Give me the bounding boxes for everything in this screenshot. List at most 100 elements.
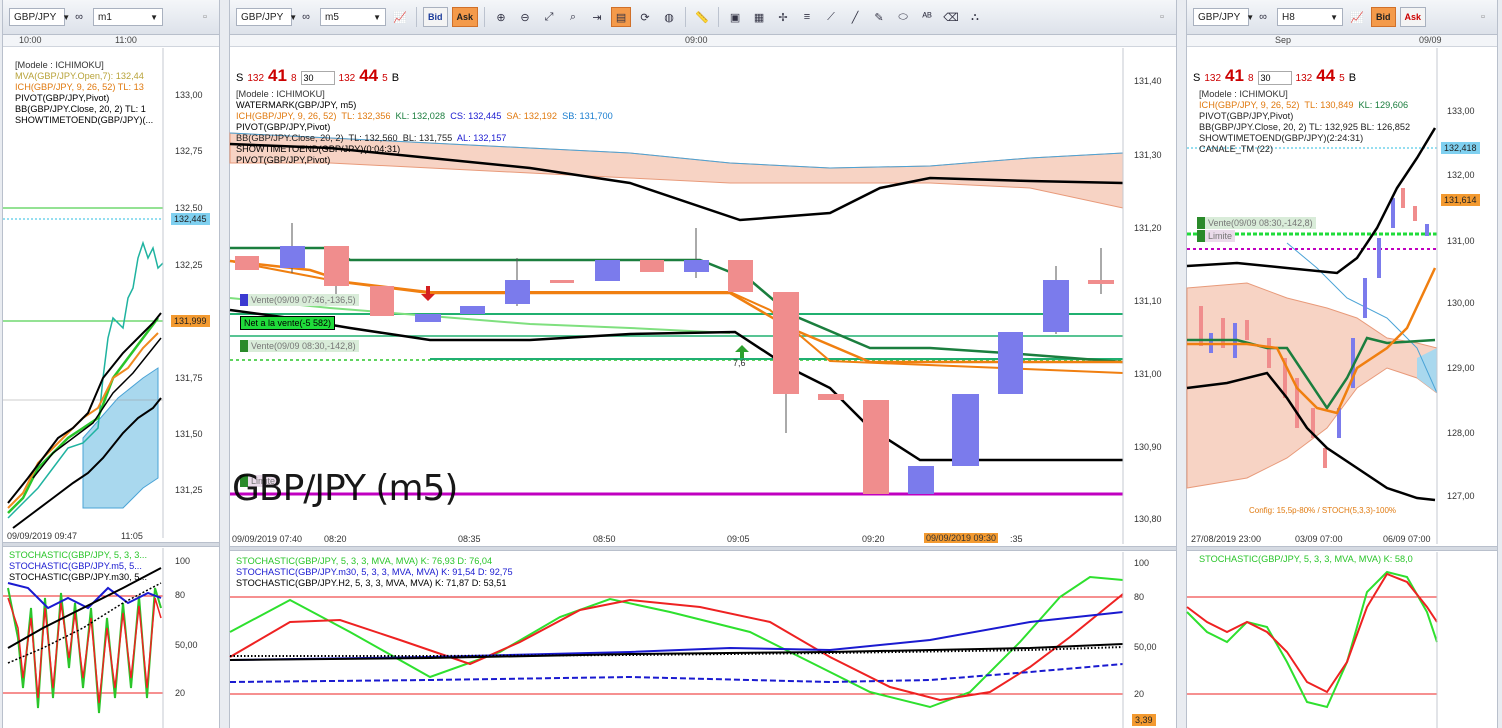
chevron-down-icon: ▼ — [373, 12, 381, 22]
net-position-tag[interactable]: Net a la vente(-5 582) — [240, 316, 336, 330]
limit-tag[interactable]: Limite — [1197, 230, 1236, 242]
left-stoch-chart[interactable]: STOCHASTIC(GBP/JPY, 5, 3, 3... STOCHASTI… — [3, 548, 219, 728]
candle — [1425, 224, 1429, 236]
x-label: :35 — [1010, 534, 1023, 544]
horizontal-lines-icon[interactable]: ≡ — [797, 7, 817, 27]
candle — [1043, 280, 1069, 332]
left-price-chart[interactable]: [Modele : ICHIMOKU] MVA(GBP/JPY.Open,7):… — [3, 48, 219, 541]
config-note: Config: 15,5p-80% / STOCH(5,3,3)-100% — [1249, 506, 1397, 515]
sell-prefix: 132 — [247, 73, 265, 84]
ruler-icon[interactable]: 📏 — [692, 7, 712, 27]
legend-line: STOCHASTIC(GBP/JPY.H2, 5, 3, 3, MVA, MVA… — [236, 578, 507, 588]
interval-select[interactable]: H8 ▼ — [1277, 8, 1343, 26]
drawing-mode-icon[interactable]: ▤ — [611, 7, 632, 27]
link-icon[interactable]: ∞ — [69, 7, 89, 27]
quantity-input[interactable]: 30 — [300, 71, 335, 85]
network-icon[interactable]: ⛬ — [965, 7, 985, 27]
middle-toolbar: GBP/JPY ▼ ∞ m5 ▼ 📈 Bid Ask ⊕ ⊖ ⤢ ⌕ ⇥ ▤ ⟳ ◍… — [230, 0, 1176, 35]
bid-button[interactable]: Bid — [423, 7, 448, 27]
legend-line: PIVOT(GBP/JPY,Pivot) — [15, 93, 110, 103]
zoom-out-icon[interactable]: ⊖ — [515, 7, 535, 27]
pane-splitter[interactable] — [3, 542, 219, 547]
quantity-input[interactable]: 30 — [1257, 71, 1292, 85]
candle — [818, 394, 844, 400]
buy-big: 44 — [359, 66, 379, 85]
ich-kl: KL: 129,606 — [1358, 100, 1409, 110]
right-stoch-legend: STOCHASTIC(GBP/JPY, 5, 3, 3, MVA, MVA) K… — [1199, 554, 1413, 565]
pane-splitter[interactable] — [1187, 546, 1497, 551]
link-icon[interactable]: ∞ — [1253, 7, 1273, 27]
pen-icon[interactable]: ✎ — [869, 7, 889, 27]
crosshair-icon[interactable]: ✢ — [773, 7, 793, 27]
pin-icon[interactable]: ▫ — [1473, 7, 1493, 27]
chart-type-icon[interactable]: 📈 — [1347, 7, 1367, 27]
ich-tl: TL: 130,849 — [1304, 100, 1354, 110]
left-chart-pane: GBP/JPY ▼ ∞ m1 ▼ ▫ 10:00 11:00 [Modele : I… — [2, 0, 220, 728]
interval-select[interactable]: m1 ▼ — [93, 8, 163, 26]
candle — [1323, 448, 1327, 468]
right-chart-pane: GBP/JPY ▼ ∞ H8 ▼ 📈 Bid Ask ▫ Sep 09/09 S… — [1186, 0, 1498, 728]
legend-line: ICH(GBP/JPY, 9, 26, 52) TL: 13 — [15, 82, 144, 92]
symbol-select[interactable]: GBP/JPY ▼ — [236, 8, 297, 26]
order-tag[interactable]: Vente(09/09 08:30,-142,8) — [1197, 217, 1316, 229]
legend-line: PIVOT(GBP/JPY,Pivot) — [236, 122, 331, 132]
y-tick: 129,00 — [1447, 363, 1475, 373]
sell-price-box[interactable]: S 132 41 8 30 132 44 5 B — [236, 66, 399, 86]
link-icon[interactable]: ∞ — [296, 7, 316, 27]
ask-button[interactable]: Ask — [451, 7, 479, 27]
interval-select[interactable]: m5 ▼ — [320, 8, 386, 26]
x-label: 09/09/2019 09:47 — [7, 531, 78, 541]
legend-line: STOCHASTIC(GBP/JPY.m30, 5, 3, 3, MVA, MV… — [236, 567, 513, 577]
y-tick: 50,00 — [175, 640, 198, 650]
fan-icon[interactable]: ⟋ — [821, 7, 841, 27]
separator — [685, 7, 687, 27]
time-header: Sep 09/09 — [1187, 35, 1497, 47]
ich-label: ICH(GBP/JPY, 9, 26, 52) — [1199, 100, 1300, 110]
image-icon[interactable]: ▣ — [725, 7, 745, 27]
refresh-icon[interactable]: ⟳ — [635, 7, 655, 27]
order-tag[interactable]: Vente(09/09 08:30,-142,8) — [240, 340, 359, 352]
buy-prefix: 132 — [1295, 73, 1313, 84]
symbol-label: GBP/JPY — [14, 11, 57, 23]
y-tick: 100 — [175, 556, 191, 566]
buy-big: 44 — [1316, 66, 1336, 85]
symbol-select[interactable]: GBP/JPY ▼ — [9, 8, 70, 26]
y-tick: 130,80 — [1134, 514, 1162, 524]
right-stoch-chart[interactable]: STOCHASTIC(GBP/JPY, 5, 3, 3, MVA, MVA) K… — [1186, 552, 1497, 728]
ellipse-icon[interactable]: ⬭ — [893, 7, 913, 27]
globe-icon[interactable]: ◍ — [659, 7, 679, 27]
order-tag[interactable]: Vente(09/09 07:46,-136,5) — [240, 294, 359, 306]
middle-stoch-chart[interactable]: STOCHASTIC(GBP/JPY, 5, 3, 3, MVA, MVA) K… — [229, 552, 1176, 728]
scroll-end-icon[interactable]: ⇥ — [587, 7, 607, 27]
legend-line: PIVOT(GBP/JPY,Pivot) — [1199, 111, 1294, 121]
right-stoch-svg — [1186, 552, 1438, 728]
y-tick: 132,00 — [1447, 170, 1475, 180]
pin-icon[interactable]: ▫ — [1152, 7, 1172, 27]
magnifier-icon[interactable]: ⌕ — [563, 7, 583, 27]
chart-type-icon[interactable]: 📈 — [390, 7, 410, 27]
candle — [1401, 188, 1405, 208]
pin-icon[interactable]: ▫ — [195, 7, 215, 27]
sell-price-box[interactable]: S 132 41 8 30 132 44 5 B — [1193, 66, 1356, 86]
symbol-select[interactable]: GBP/JPY ▼ — [1193, 8, 1254, 26]
gallery-icon[interactable]: ▦ — [749, 7, 769, 27]
time-header: 10:00 11:00 — [3, 35, 219, 47]
zoom-in-icon[interactable]: ⊕ — [491, 7, 511, 27]
candle — [460, 306, 485, 314]
bb-label: BB(GBP/JPY.Close, 20, 2) — [236, 133, 344, 143]
sell-prefix: 132 — [1204, 73, 1222, 84]
eraser-icon[interactable]: ⌫ — [941, 7, 961, 27]
y-tick: 128,00 — [1447, 428, 1475, 438]
trendline-icon[interactable]: ╱ — [845, 7, 865, 27]
separator — [484, 7, 486, 27]
zoom-fit-icon[interactable]: ⤢ — [539, 7, 559, 27]
pane-splitter[interactable] — [230, 546, 1176, 551]
marker-value: 7,6 — [733, 358, 746, 368]
bid-button[interactable]: Bid — [1371, 7, 1396, 27]
time-label: 11:00 — [115, 35, 137, 45]
ask-button[interactable]: Ask — [1399, 7, 1427, 27]
middle-price-chart[interactable]: S 132 41 8 30 132 44 5 B [Modele : ICHIM… — [229, 48, 1176, 544]
right-price-chart[interactable]: S 132 41 8 30 132 44 5 B [Modele : ICHIM… — [1186, 48, 1497, 544]
time-label: 10:00 — [19, 35, 42, 45]
text-icon[interactable]: ᴬᴮ — [917, 7, 937, 27]
